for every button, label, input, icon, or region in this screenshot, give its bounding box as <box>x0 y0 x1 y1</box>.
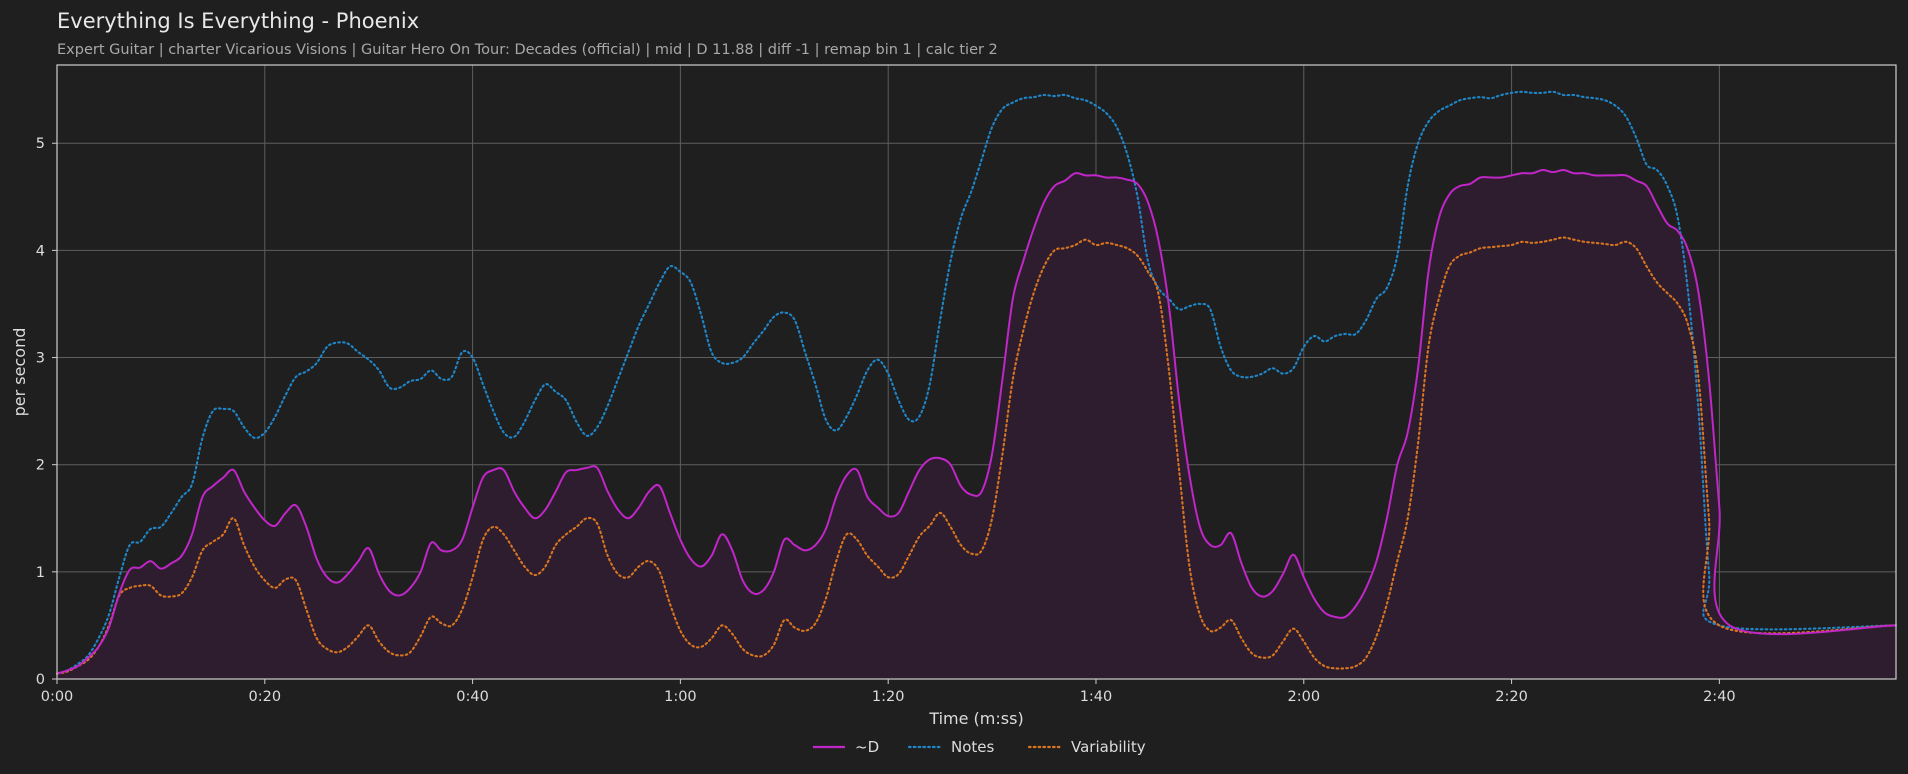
chart: Everything Is Everything - Phoenix Exper… <box>10 9 1898 756</box>
legend: ~D Notes Variability <box>813 738 1146 756</box>
legend-label: ~D <box>855 738 879 756</box>
chart-title: Everything Is Everything - Phoenix <box>57 9 419 33</box>
legend-item: Variability <box>1027 738 1146 756</box>
x-tick-label: 2:00 <box>1287 689 1320 705</box>
legend-label: Notes <box>951 738 995 756</box>
y-tick-label: 3 <box>36 351 45 367</box>
series-layer <box>55 90 1898 680</box>
x-tick-label: 0:00 <box>41 689 74 705</box>
x-tick-label: 2:20 <box>1495 689 1528 705</box>
series-area-d <box>57 170 1896 680</box>
y-axis-label: per second <box>10 328 29 417</box>
y-tick-label: 1 <box>36 565 45 581</box>
y-tick-label: 4 <box>36 243 45 259</box>
y-tick-label: 0 <box>36 672 45 688</box>
x-axis-ticks: 0:00 0:20 0:40 1:00 1:20 1:40 2:00 2:20 2:40 <box>41 679 1736 705</box>
y-tick-label: 2 <box>36 458 45 474</box>
x-tick-label: 0:20 <box>249 689 282 705</box>
chart-subtitle: Expert Guitar | charter Vicarious Vision… <box>57 42 998 58</box>
legend-item: ~D <box>813 738 879 756</box>
legend-item: Notes <box>907 738 995 756</box>
x-tick-label: 1:40 <box>1080 689 1113 705</box>
x-tick-label: 1:20 <box>872 689 905 705</box>
x-tick-label: 2:40 <box>1703 689 1736 705</box>
x-tick-label: 1:00 <box>664 689 697 705</box>
x-axis-label: Time (m:ss) <box>928 709 1023 728</box>
y-axis-ticks: 0 1 2 3 4 5 <box>36 136 57 688</box>
y-tick-label: 5 <box>36 136 45 152</box>
x-tick-label: 0:40 <box>456 689 489 705</box>
legend-label: Variability <box>1071 738 1146 756</box>
